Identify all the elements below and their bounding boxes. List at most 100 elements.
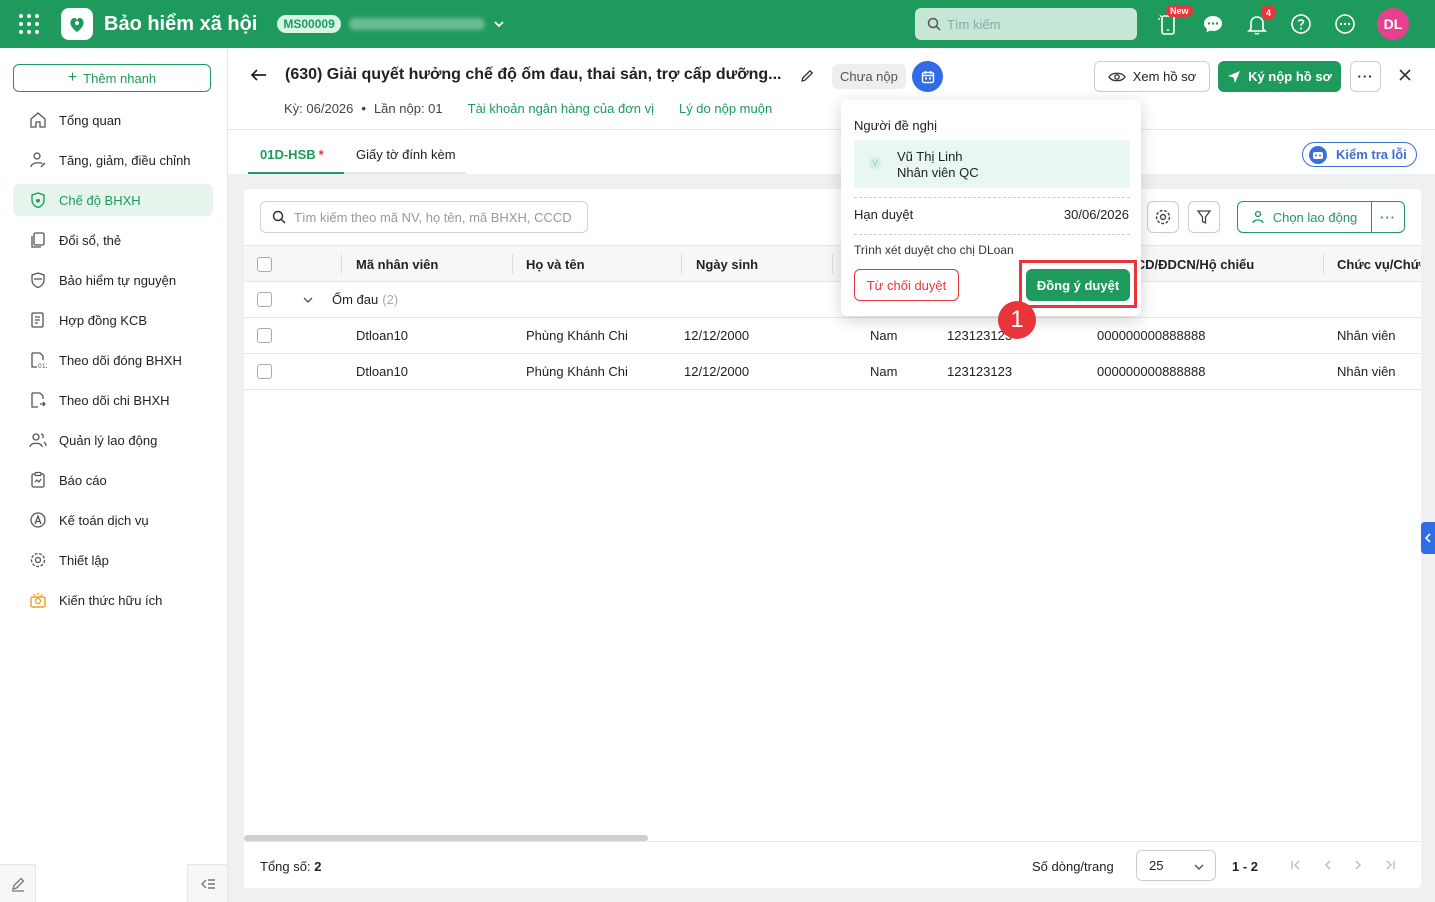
sidebar-item-label: Tổng quan — [59, 112, 122, 128]
chevron-down-icon — [1194, 864, 1204, 870]
plus-icon: + — [67, 69, 78, 86]
gear-icon — [30, 552, 46, 568]
sidebar-item-bhxh-benefits[interactable]: Chế độ BHXH — [13, 184, 213, 216]
approval-calendar-button[interactable] — [912, 61, 943, 92]
row-checkbox[interactable] — [257, 364, 272, 379]
grid-search-input[interactable] — [294, 209, 579, 225]
sidebar-item-label: Tăng, giảm, điều chỉnh — [59, 152, 191, 168]
back-arrow-icon[interactable] — [250, 66, 268, 84]
last-page-icon[interactable] — [1384, 859, 1396, 871]
quick-add-button[interactable]: + Thêm nhanh — [13, 64, 211, 92]
table-row[interactable]: Dtloan10 Phùng Khánh Chi 12/12/2000 Nam … — [244, 318, 1421, 354]
rows-per-page-label: Số dòng/trang — [1032, 859, 1114, 874]
feedback-button[interactable] — [0, 864, 36, 902]
sidebar-item-settings[interactable]: Thiết lập — [13, 544, 213, 576]
sidebar-item-change-cards[interactable]: Đổi sổ, thẻ — [13, 224, 213, 256]
help-icon[interactable] — [1289, 12, 1313, 36]
sidebar-item-label: Báo cáo — [59, 472, 107, 488]
choose-more-button[interactable]: ··· — [1372, 210, 1404, 225]
grid-settings-button[interactable] — [1147, 201, 1179, 233]
filter-button[interactable] — [1188, 201, 1220, 233]
document-tabs: 01D-HSB * Giấy tờ đính kèm Kiểm tra lỗi — [228, 130, 1435, 174]
submission-text: Lần nộp: 01 — [373, 101, 443, 116]
column-employee-code[interactable]: Mã nhân viên — [356, 257, 438, 272]
org-name-blurred[interactable] — [348, 18, 485, 30]
view-dossier-button[interactable]: Xem hồ sơ — [1094, 61, 1210, 92]
svg-text:012: 012 — [38, 363, 47, 369]
column-dob[interactable]: Ngày sinh — [696, 257, 758, 272]
collapse-left-icon — [200, 878, 215, 889]
pencil-icon[interactable] — [800, 68, 815, 83]
page-range: 1 - 2 — [1232, 859, 1259, 874]
sidebar-item-adjustments[interactable]: Tăng, giảm, điều chỉnh — [13, 144, 213, 176]
requester-name: Vũ Thị Linh — [897, 149, 963, 164]
sidebar-item-service-accounting[interactable]: Kế toán dịch vụ — [13, 504, 213, 536]
quick-add-label: Thêm nhanh — [83, 70, 157, 86]
column-separator — [512, 254, 513, 274]
page-size-select[interactable]: 25 — [1136, 850, 1216, 881]
sidebar-item-track-payouts[interactable]: Theo dõi chi BHXH — [13, 384, 213, 416]
sidebar-item-voluntary-insurance[interactable]: Bảo hiểm tự nguyện — [13, 264, 213, 296]
app-title: Bảo hiểm xã hội — [104, 12, 258, 35]
more-apps-icon[interactable] — [1333, 12, 1357, 36]
accounting-icon — [30, 512, 46, 528]
user-avatar[interactable]: DL — [1377, 8, 1409, 40]
org-code-badge[interactable]: MS00009 — [277, 15, 341, 33]
column-full-name[interactable]: Họ và tên — [526, 257, 585, 272]
sidebar-item-label: Bảo hiểm tự nguyện — [59, 272, 177, 288]
group-checkbox[interactable] — [257, 292, 272, 307]
requester-role: Nhân viên QC — [897, 165, 979, 180]
right-panel-toggle[interactable] — [1421, 522, 1435, 554]
column-separator — [681, 254, 682, 274]
close-icon[interactable] — [1396, 66, 1414, 84]
edit-note-icon — [11, 877, 24, 892]
reject-approval-button[interactable]: Từ chối duyệt — [854, 269, 959, 301]
choose-employee-button[interactable]: Chọn lao động ··· — [1237, 201, 1405, 233]
sidebar-item-reports[interactable]: Báo cáo — [13, 464, 213, 496]
report-icon — [31, 471, 45, 488]
global-search-input[interactable] — [947, 16, 1127, 32]
sidebar-item-kcb-contract[interactable]: Hợp đồng KCB — [13, 304, 213, 336]
more-options-button[interactable]: ··· — [1350, 61, 1381, 92]
next-page-icon[interactable] — [1352, 859, 1364, 871]
tab-01d-hsb[interactable]: 01D-HSB * — [248, 147, 344, 174]
sidebar-nav: Tổng quan Tăng, giảm, điều chỉnh Chế độ … — [13, 104, 213, 624]
grid-search[interactable] — [260, 201, 588, 233]
sign-submit-button[interactable]: Ký nộp hồ sơ — [1218, 61, 1341, 92]
chevron-down-icon[interactable] — [302, 294, 314, 306]
sign-submit-label: Ký nộp hồ sơ — [1248, 69, 1332, 84]
new-badge: New — [1166, 5, 1193, 17]
row-checkbox[interactable] — [257, 328, 272, 343]
cell-id-number: 000000000888888 — [1097, 364, 1206, 379]
column-position[interactable]: Chức vụ/Chức — [1337, 257, 1421, 272]
global-search[interactable] — [915, 8, 1137, 40]
column-separator — [832, 254, 833, 274]
collapse-sidebar-button[interactable] — [187, 864, 227, 902]
sidebar-item-labor-management[interactable]: Quản lý lao động — [13, 424, 213, 456]
app-grid-icon[interactable] — [19, 14, 39, 34]
sidebar-item-knowledge[interactable]: Kiến thức hữu ích — [13, 584, 213, 616]
approval-note: Trình xét duyệt cho chị DLoan — [854, 243, 1014, 257]
prev-page-icon[interactable] — [1322, 859, 1334, 871]
first-page-icon[interactable] — [1290, 859, 1302, 871]
chevron-down-icon[interactable] — [493, 18, 505, 30]
table-row[interactable]: Dtloan10 Phùng Khánh Chi 12/12/2000 Nam … — [244, 354, 1421, 390]
cell-dob: 12/12/2000 — [684, 328, 750, 343]
sidebar-item-track-payments[interactable]: 012 Theo dõi đóng BHXH — [13, 344, 213, 376]
choose-employee-label: Chọn lao động — [1272, 209, 1358, 225]
total-label: Tổng số: — [260, 859, 311, 874]
sidebar-item-label: Theo dõi đóng BHXH — [59, 352, 182, 368]
sidebar-item-label: Hợp đồng KCB — [59, 312, 148, 328]
sidebar-item-label: Theo dõi chi BHXH — [59, 392, 170, 408]
user-add-icon — [1252, 210, 1264, 224]
select-all-checkbox[interactable] — [257, 257, 272, 272]
bank-account-link[interactable]: Tài khoản ngân hàng của đơn vị — [468, 101, 654, 116]
check-errors-button[interactable]: Kiểm tra lỗi — [1302, 142, 1417, 167]
late-reason-link[interactable]: Lý do nộp muộn — [679, 101, 772, 116]
page-size-value: 25 — [1149, 858, 1164, 873]
tab-attachments[interactable]: Giấy tờ đính kèm — [344, 147, 466, 174]
employee-grid-panel: Chọn lao động ··· Mã nhân viên Họ và tên… — [244, 189, 1421, 888]
sidebar-item-overview[interactable]: Tổng quan — [13, 104, 213, 136]
chat-icon[interactable] — [1201, 12, 1225, 36]
cell-position: Nhân viên — [1337, 364, 1396, 379]
